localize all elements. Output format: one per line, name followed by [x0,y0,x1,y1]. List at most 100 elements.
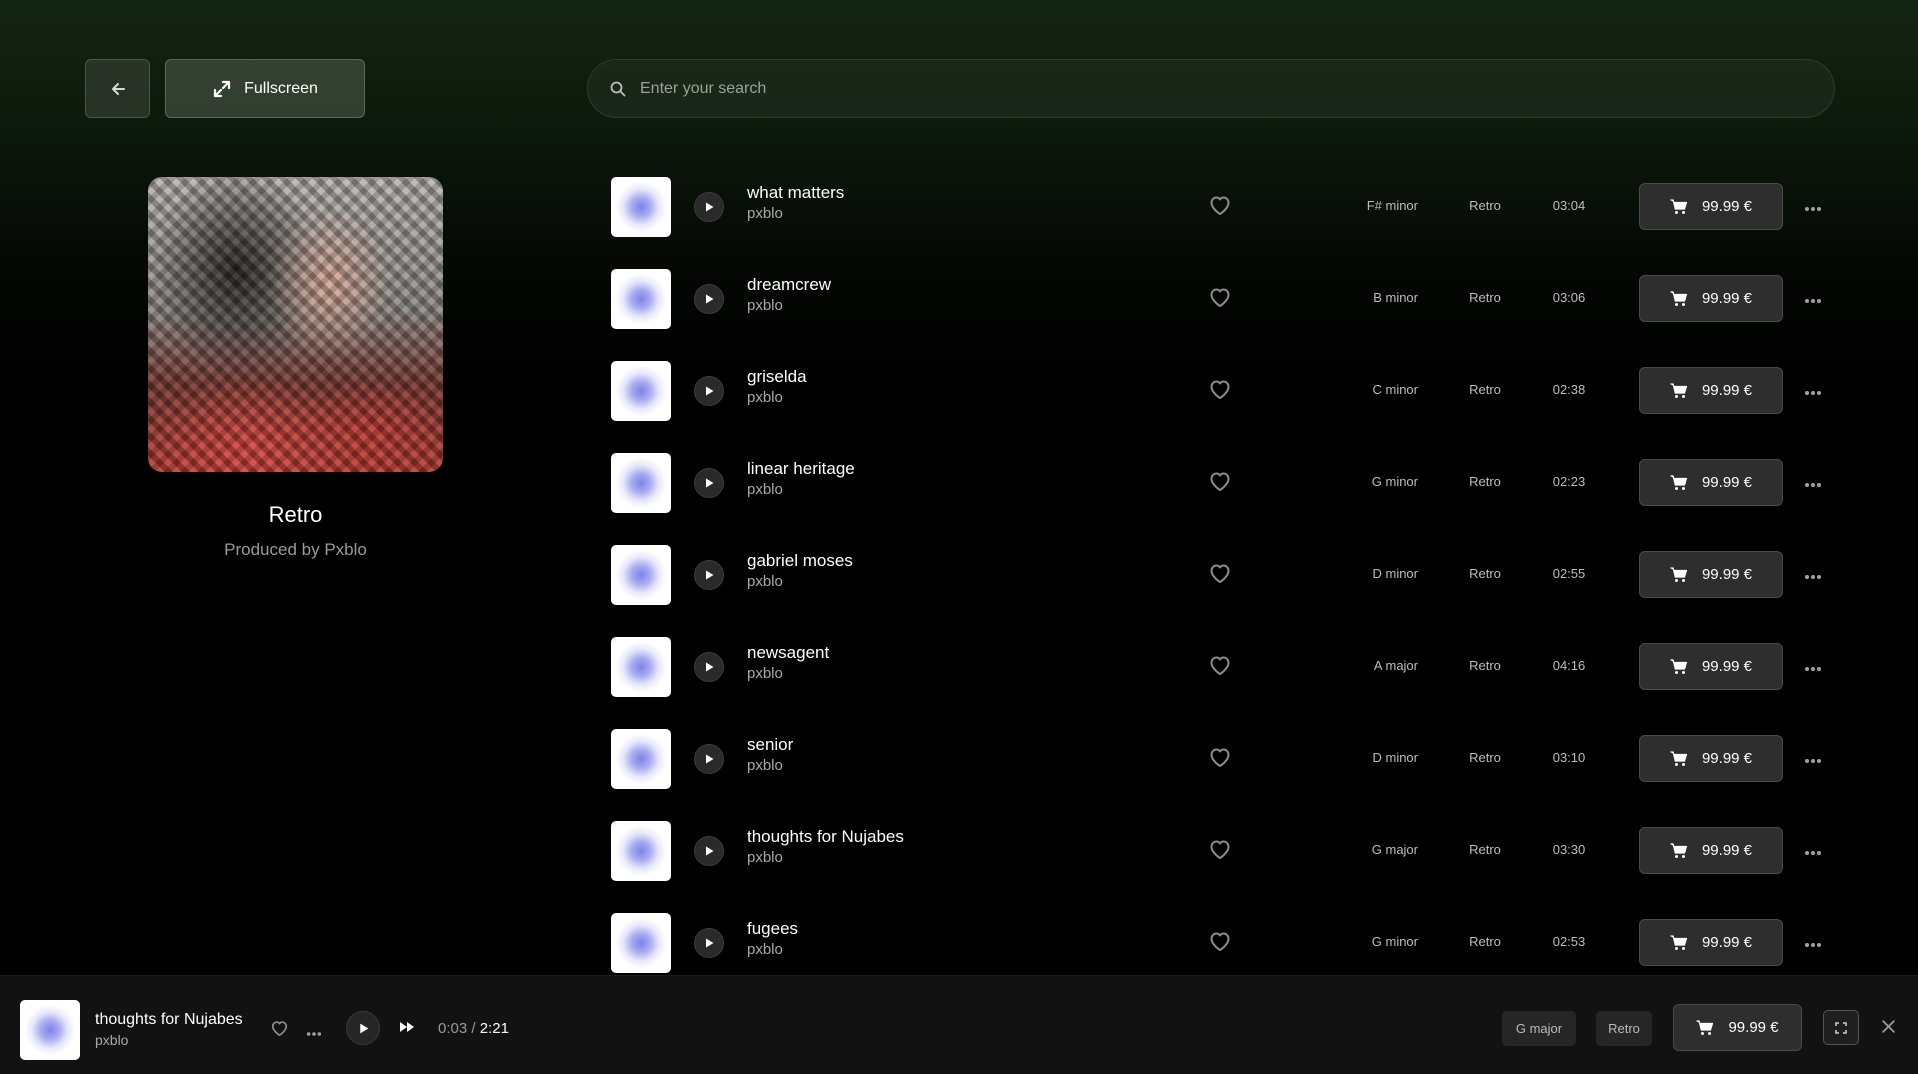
search-input[interactable] [640,79,1742,98]
like-button[interactable] [1208,286,1232,313]
track-thumbnail [611,361,671,421]
heart-icon [1210,564,1230,583]
heart-icon [1210,380,1230,399]
track-key: C minor [1372,382,1418,397]
buy-button[interactable]: 99.99 € [1639,183,1783,230]
expand-player-button[interactable] [1823,1010,1859,1045]
track-artist[interactable]: pxblo [747,941,783,958]
track-artist[interactable]: pxblo [747,205,783,222]
track-row[interactable]: dreamcrew pxblo B minor Retro 03:06 99.9… [600,269,1840,329]
track-title[interactable]: thoughts for Nujabes [747,827,904,847]
track-title[interactable]: fugees [747,919,798,939]
more-options-button[interactable] [1804,199,1822,217]
track-row[interactable]: griselda pxblo C minor Retro 02:38 99.99… [600,361,1840,421]
track-list: what matters pxblo F# minor Retro 03:04 … [600,177,1840,975]
close-player-button[interactable] [1881,1019,1896,1039]
more-options-button[interactable] [1804,383,1822,401]
track-artist[interactable]: pxblo [747,481,783,498]
buy-button[interactable]: 99.99 € [1639,367,1783,414]
play-icon [706,754,714,764]
player-track-title[interactable]: thoughts for Nujabes [95,1011,243,1029]
play-button[interactable] [694,744,724,774]
price-label: 99.99 € [1701,566,1753,583]
play-button[interactable] [694,376,724,406]
like-button[interactable] [1208,746,1232,773]
track-title[interactable]: linear heritage [747,459,855,479]
more-options-button[interactable] [1804,935,1822,953]
track-key: D minor [1372,566,1418,581]
track-row[interactable]: gabriel moses pxblo D minor Retro 02:55 … [600,545,1840,605]
track-title[interactable]: dreamcrew [747,275,831,295]
like-button[interactable] [1208,470,1232,497]
player-price-label: 99.99 € [1728,1019,1779,1036]
play-button[interactable] [694,928,724,958]
track-row[interactable]: linear heritage pxblo G minor Retro 02:2… [600,453,1840,513]
back-button[interactable] [85,59,150,118]
more-options-button[interactable] [1804,659,1822,677]
more-options-button[interactable] [1804,567,1822,585]
track-title[interactable]: gabriel moses [747,551,853,571]
more-options-button[interactable] [1804,843,1822,861]
track-artist[interactable]: pxblo [747,849,783,866]
play-button[interactable] [694,652,724,682]
cart-icon [1670,934,1688,950]
track-artist[interactable]: pxblo [747,665,783,682]
more-options-button[interactable] [1804,751,1822,769]
play-button[interactable] [694,560,724,590]
player-key-tag[interactable]: G major [1502,1011,1576,1046]
track-title[interactable]: senior [747,735,793,755]
play-button[interactable] [694,468,724,498]
price-label: 99.99 € [1701,658,1753,675]
player-track-artist[interactable]: pxblo [95,1032,128,1048]
like-button[interactable] [1208,562,1232,589]
track-thumbnail [611,545,671,605]
player-more-button[interactable] [306,1024,322,1042]
play-icon [706,202,714,212]
buy-button[interactable]: 99.99 € [1639,275,1783,322]
price-label: 99.99 € [1701,198,1753,215]
track-artist[interactable]: pxblo [747,297,783,314]
more-options-button[interactable] [1804,475,1822,493]
track-key: F# minor [1366,198,1418,213]
buy-button[interactable]: 99.99 € [1639,459,1783,506]
track-row[interactable]: what matters pxblo F# minor Retro 03:04 … [600,177,1840,237]
track-duration: 04:16 [1552,658,1586,673]
buy-button[interactable]: 99.99 € [1639,919,1783,966]
buy-button[interactable]: 99.99 € [1639,643,1783,690]
track-row[interactable]: senior pxblo D minor Retro 03:10 99.99 € [600,729,1840,789]
buy-button[interactable]: 99.99 € [1639,735,1783,782]
track-title[interactable]: what matters [747,183,844,203]
arrow-left-icon [111,82,125,95]
track-artist[interactable]: pxblo [747,389,783,406]
player-like-button[interactable] [270,1019,289,1042]
play-icon [706,386,714,396]
like-button[interactable] [1208,838,1232,865]
player-genre-tag[interactable]: Retro [1596,1011,1652,1046]
play-button[interactable] [694,284,724,314]
play-button[interactable] [694,192,724,222]
cart-icon [1670,290,1688,306]
heart-icon [1210,472,1230,491]
next-track-button[interactable] [399,1020,415,1039]
search-bar[interactable] [587,59,1835,118]
like-button[interactable] [1208,930,1232,957]
fullscreen-button[interactable]: Fullscreen [165,59,365,118]
track-artist[interactable]: pxblo [747,757,783,774]
track-row[interactable]: fugees pxblo G minor Retro 02:53 99.99 € [600,913,1840,973]
cart-icon [1670,382,1688,398]
player-play-button[interactable] [346,1011,380,1045]
track-artist[interactable]: pxblo [747,573,783,590]
track-title[interactable]: griselda [747,367,807,387]
track-row[interactable]: thoughts for Nujabes pxblo G major Retro… [600,821,1840,881]
player-buy-button[interactable]: 99.99 € [1673,1004,1802,1051]
buy-button[interactable]: 99.99 € [1639,827,1783,874]
buy-button[interactable]: 99.99 € [1639,551,1783,598]
like-button[interactable] [1208,194,1232,221]
like-button[interactable] [1208,654,1232,681]
track-row[interactable]: newsagent pxblo A major Retro 04:16 99.9… [600,637,1840,697]
play-button[interactable] [694,836,724,866]
track-title[interactable]: newsagent [747,643,829,663]
track-genre: Retro [1469,474,1501,489]
like-button[interactable] [1208,378,1232,405]
more-options-button[interactable] [1804,291,1822,309]
